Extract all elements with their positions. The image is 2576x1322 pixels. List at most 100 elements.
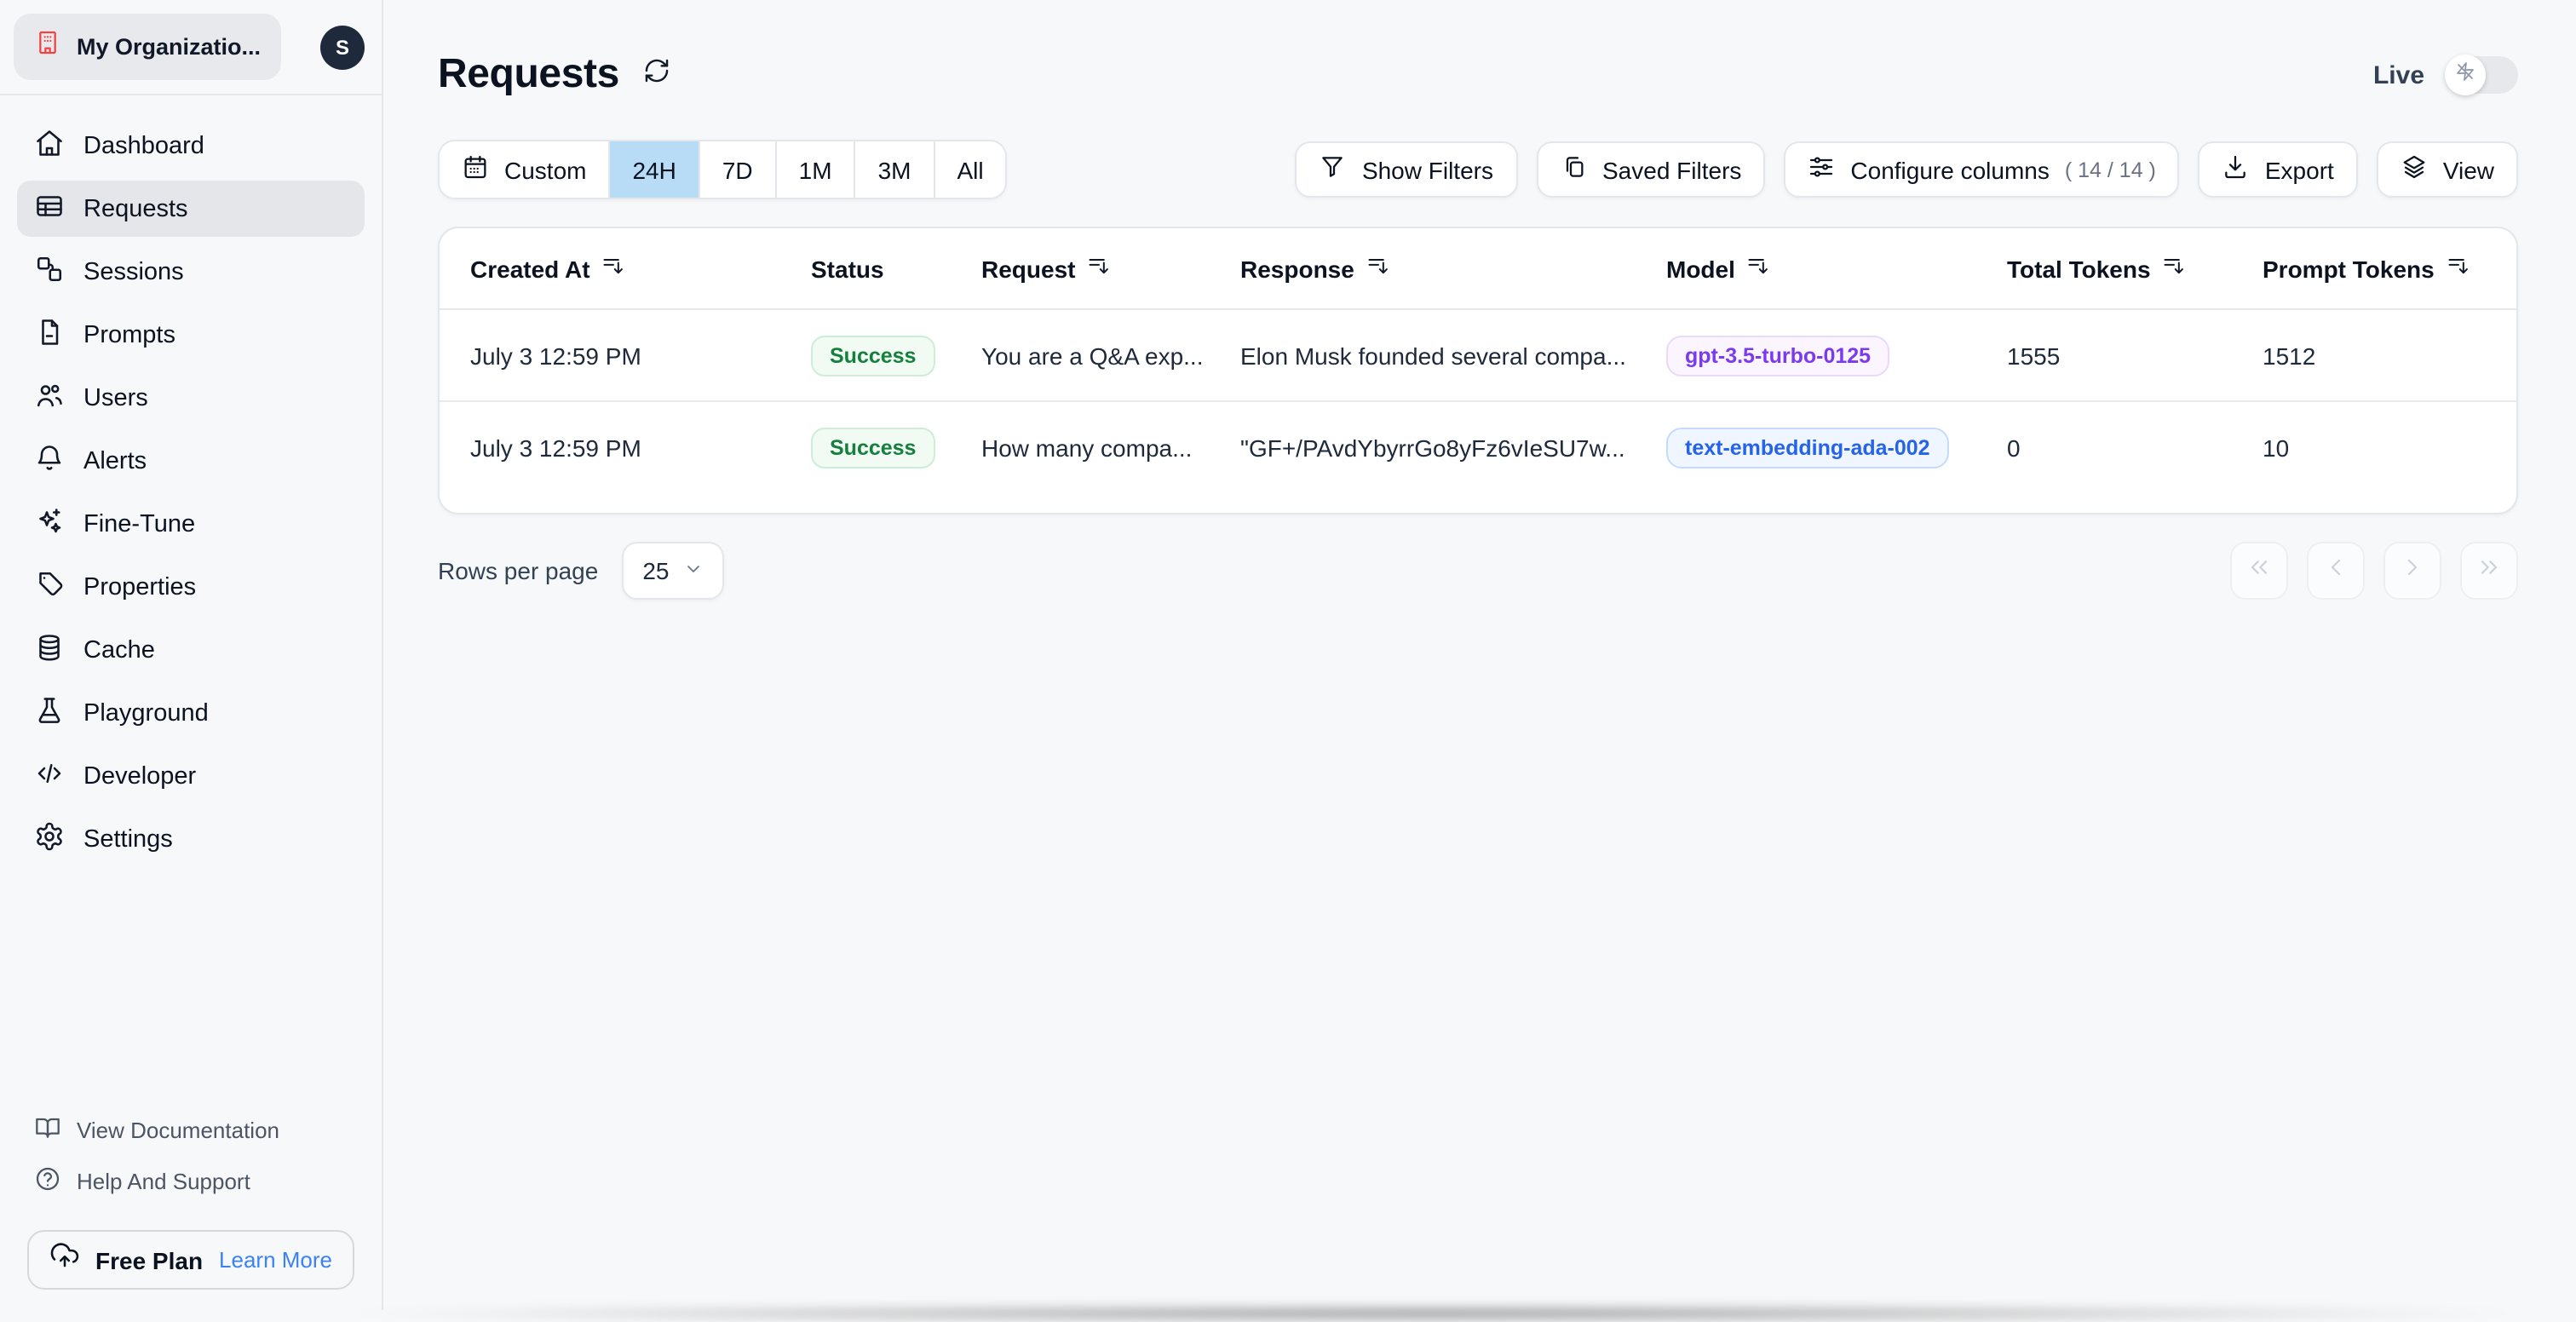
sort-icon xyxy=(1087,254,1111,283)
chevron-left-icon xyxy=(2322,553,2349,589)
cloud-upload-icon xyxy=(49,1240,80,1279)
copy-icon xyxy=(1560,153,1587,186)
book-open-icon xyxy=(34,1113,61,1146)
page-title: Requests xyxy=(438,51,619,97)
table-row[interactable]: July 3 12:59 PM Success You are a Q&A ex… xyxy=(440,310,2516,402)
column-header-total-tokens[interactable]: Total Tokens xyxy=(2007,254,2263,283)
sidebar-item-alerts[interactable]: Alerts xyxy=(17,433,365,489)
sidebar-item-requests[interactable]: Requests xyxy=(17,181,365,237)
time-range-7d[interactable]: 7D xyxy=(699,141,777,198)
view-button[interactable]: View xyxy=(2376,141,2518,198)
sidebar-item-cache[interactable]: Cache xyxy=(17,622,365,678)
pager-buttons xyxy=(2230,542,2518,600)
time-range-label: 7D xyxy=(722,156,753,183)
show-filters-button[interactable]: Show Filters xyxy=(1295,141,1517,198)
sidebar-nav: Dashboard Requests Sessions Prompts User… xyxy=(0,95,382,874)
sidebar-item-label: Properties xyxy=(83,573,197,601)
sidebar-item-label: Settings xyxy=(83,825,173,853)
model-badge: text-embedding-ada-002 xyxy=(1666,427,1949,468)
learn-more-link[interactable]: Learn More xyxy=(219,1247,332,1273)
time-range-label: Custom xyxy=(504,156,587,183)
time-range-label: 24H xyxy=(632,156,676,183)
first-page-button[interactable] xyxy=(2230,542,2288,600)
time-range-custom[interactable]: Custom xyxy=(440,141,611,198)
users-icon xyxy=(34,379,65,417)
total-tokens-cell: 1555 xyxy=(2007,342,2061,369)
sidebar-item-label: Users xyxy=(83,384,148,411)
main-content: Requests Live Custom 24H 7D 1M 3M All Sh… xyxy=(383,0,2576,1310)
column-label: Status xyxy=(811,255,884,282)
free-plan-box[interactable]: Free Plan Learn More xyxy=(27,1230,354,1290)
request-cell: You are a Q&A exp... xyxy=(981,342,1204,369)
pagination-row: Rows per page 25 xyxy=(438,542,2518,600)
column-label: Response xyxy=(1240,255,1354,282)
sidebar-item-label: Playground xyxy=(83,699,209,727)
sidebar-item-label: Sessions xyxy=(83,258,184,285)
sidebar-item-developer[interactable]: Developer xyxy=(17,748,365,804)
time-range-1m[interactable]: 1M xyxy=(776,141,856,198)
sort-icon xyxy=(1747,254,1771,283)
code-icon xyxy=(34,757,65,795)
tag-icon xyxy=(34,568,65,606)
status-badge: Success xyxy=(811,427,935,468)
rows-per-page-select[interactable]: 25 xyxy=(622,542,724,600)
sidebar-item-prompts[interactable]: Prompts xyxy=(17,307,365,363)
sidebar-item-users[interactable]: Users xyxy=(17,370,365,426)
chevrons-left-icon xyxy=(2245,553,2273,589)
live-toggle[interactable] xyxy=(2445,55,2518,95)
column-header-created-at[interactable]: Created At xyxy=(470,254,811,283)
button-label: Show Filters xyxy=(1361,156,1493,183)
model-cell: gpt-3.5-turbo-0125 xyxy=(1666,335,2007,376)
help-and-support-link[interactable]: Help And Support xyxy=(17,1155,365,1206)
view-documentation-link[interactable]: View Documentation xyxy=(17,1104,365,1155)
sidebar-item-label: Cache xyxy=(83,636,155,664)
sidebar-item-settings[interactable]: Settings xyxy=(17,811,365,867)
total-tokens-cell: 0 xyxy=(2007,434,2021,461)
toolbar: Custom 24H 7D 1M 3M All Show Filters Sav… xyxy=(438,140,2518,199)
response-cell: Elon Musk founded several compa... xyxy=(1240,342,1626,369)
sidebar-item-label: Requests xyxy=(83,195,188,222)
org-switcher-button[interactable]: My Organizatio... xyxy=(14,14,282,80)
sidebar-item-properties[interactable]: Properties xyxy=(17,559,365,615)
sidebar-item-dashboard[interactable]: Dashboard xyxy=(17,118,365,174)
column-label: Total Tokens xyxy=(2007,255,2151,282)
saved-filters-button[interactable]: Saved Filters xyxy=(1536,141,1766,198)
sidebar-item-sessions[interactable]: Sessions xyxy=(17,244,365,300)
last-page-button[interactable] xyxy=(2460,542,2518,600)
status-cell: Success xyxy=(811,427,981,468)
sort-icon xyxy=(602,254,626,283)
created-at-cell: July 3 12:59 PM xyxy=(470,342,641,369)
refresh-button[interactable] xyxy=(643,56,672,94)
sliders-icon xyxy=(1808,153,1835,186)
time-range-24h[interactable]: 24H xyxy=(610,141,700,198)
rows-per-page-value: 25 xyxy=(642,557,670,584)
column-label: Model xyxy=(1666,255,1735,282)
user-avatar[interactable]: S xyxy=(320,25,365,69)
flask-icon xyxy=(34,694,65,732)
sidebar-item-playground[interactable]: Playground xyxy=(17,685,365,741)
column-label: Created At xyxy=(470,255,590,282)
column-header-request[interactable]: Request xyxy=(981,254,1240,283)
sidebar-item-label: Alerts xyxy=(83,447,147,474)
prompt-tokens-cell: 1512 xyxy=(2263,342,2316,369)
time-range-all[interactable]: All xyxy=(934,141,1006,198)
column-header-status[interactable]: Status xyxy=(811,255,981,282)
column-header-response[interactable]: Response xyxy=(1240,254,1666,283)
next-page-button[interactable] xyxy=(2383,542,2441,600)
created-at-cell: July 3 12:59 PM xyxy=(470,434,641,461)
prompt-tokens-cell: 10 xyxy=(2263,434,2290,461)
column-header-prompt-tokens[interactable]: Prompt Tokens xyxy=(2263,254,2486,283)
configure-columns-button[interactable]: Configure columns ( 14 / 14 ) xyxy=(1784,141,2180,198)
footer-link-label: View Documentation xyxy=(77,1117,279,1142)
export-button[interactable]: Export xyxy=(2198,141,2358,198)
footer-link-label: Help And Support xyxy=(77,1168,250,1193)
home-icon xyxy=(34,127,65,164)
gear-icon xyxy=(34,820,65,858)
sidebar-item-fine-tune[interactable]: Fine-Tune xyxy=(17,496,365,552)
prev-page-button[interactable] xyxy=(2307,542,2365,600)
rows-per-page-label: Rows per page xyxy=(438,557,599,584)
column-header-model[interactable]: Model xyxy=(1666,254,2007,283)
time-range-3m[interactable]: 3M xyxy=(855,141,935,198)
time-range-label: All xyxy=(957,156,984,183)
table-row[interactable]: July 3 12:59 PM Success How many compa..… xyxy=(440,402,2516,492)
